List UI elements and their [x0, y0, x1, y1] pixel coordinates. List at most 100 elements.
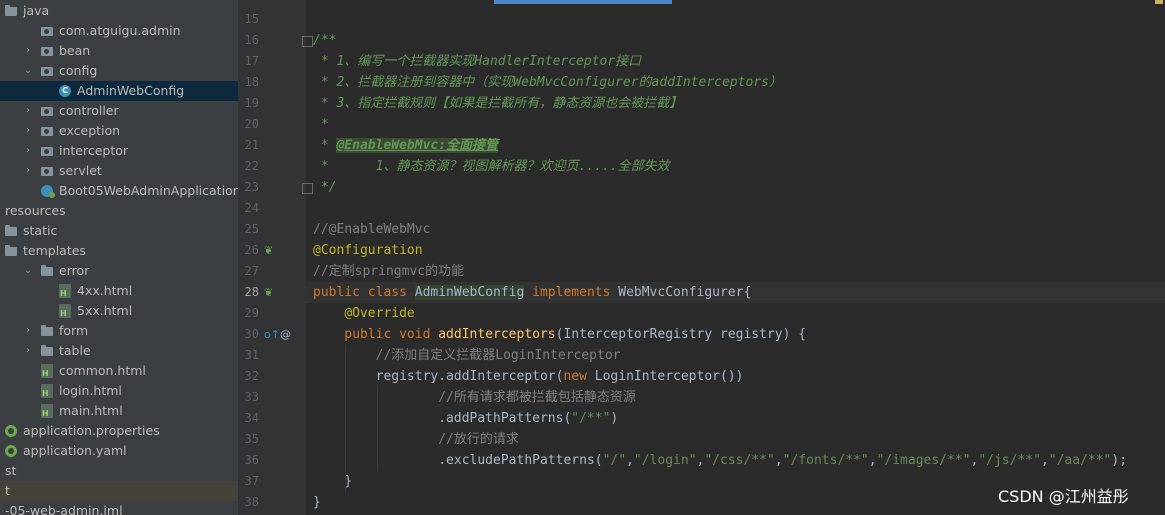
- code-line[interactable]: //放行的请求: [313, 429, 519, 450]
- code-line[interactable]: * 1、编写一个拦截器实现HandlerInterceptor接口: [313, 51, 641, 72]
- line-number: 30: [244, 327, 259, 341]
- project-tree-panel[interactable]: java com.atguigu.admin › bean ⌄ config C AdminW…: [0, 0, 238, 515]
- chevron-right-icon[interactable]: ›: [23, 321, 33, 341]
- tree-item[interactable]: common.html: [0, 361, 238, 381]
- code-line[interactable]: //所有请求都被拦截包括静态资源: [313, 387, 636, 408]
- tree-item[interactable]: com.atguigu.admin: [0, 21, 238, 41]
- code-line[interactable]: public void addInterceptors(InterceptorR…: [313, 324, 806, 345]
- tree-item[interactable]: java: [0, 1, 238, 21]
- chevron-right-icon[interactable]: ›: [23, 341, 33, 361]
- code-token: registry.addInterceptor(: [313, 369, 564, 384]
- tree-item[interactable]: 4xx.html: [0, 281, 238, 301]
- html-icon: [41, 404, 53, 418]
- spring-bean-icon[interactable]: ❦: [264, 240, 273, 261]
- code-line[interactable]: */: [313, 177, 337, 198]
- code-token: ,: [626, 453, 634, 468]
- code-token: ,: [868, 453, 877, 468]
- tree-item[interactable]: login.html: [0, 381, 238, 401]
- tree-item[interactable]: › form: [0, 321, 238, 341]
- code-line[interactable]: }: [313, 471, 352, 492]
- code-line[interactable]: .addPathPatterns("/**"): [313, 408, 618, 429]
- tree-item-label: bean: [59, 43, 91, 58]
- html-icon: [59, 284, 71, 298]
- code-token: (InterceptorRegistry registry) {: [555, 327, 807, 342]
- tree-item[interactable]: ⌄ config: [0, 61, 238, 81]
- tree-item[interactable]: Boot05WebAdminApplication: [0, 181, 238, 201]
- code-line[interactable]: * 3、指定拦截规则【如果是拦截所有，静态资源也会被拦截】: [313, 93, 683, 114]
- code-line[interactable]: /**: [313, 30, 336, 51]
- code-line[interactable]: //@EnableWebMvc: [313, 219, 430, 240]
- tree-item[interactable]: -05-web-admin.iml: [0, 501, 238, 515]
- chevron-right-icon[interactable]: ›: [23, 41, 33, 61]
- tree-item-label: servlet: [59, 163, 102, 178]
- tree-item-label: t: [5, 483, 10, 498]
- tree-item[interactable]: static: [0, 221, 238, 241]
- spring-config-icon: [5, 445, 17, 457]
- spring-bean-icon[interactable]: ❦: [264, 282, 273, 303]
- code-token: }: [313, 495, 321, 510]
- code-token: .excludePathPatterns(: [313, 453, 603, 468]
- tree-item-label: error: [59, 263, 90, 278]
- tree-item[interactable]: › interceptor: [0, 141, 238, 161]
- tree-item[interactable]: templates: [0, 241, 238, 261]
- tree-item[interactable]: › exception: [0, 121, 238, 141]
- chevron-down-icon[interactable]: ⌄: [23, 261, 33, 281]
- code-line[interactable]: public class AdminWebConfig implements W…: [313, 282, 751, 303]
- package-icon: [41, 27, 53, 36]
- line-number: 18: [244, 75, 259, 89]
- line-number: 24: [244, 201, 259, 215]
- tree-item[interactable]: application.yaml: [0, 441, 238, 461]
- tree-item[interactable]: main.html: [0, 401, 238, 421]
- code-line[interactable]: //定制springmvc的功能: [313, 261, 464, 282]
- chevron-right-icon[interactable]: ›: [23, 141, 33, 161]
- code-line[interactable]: @Override: [313, 303, 414, 324]
- tree-item[interactable]: › servlet: [0, 161, 238, 181]
- tree-item[interactable]: › controller: [0, 101, 238, 121]
- line-number: 22: [244, 159, 259, 173]
- code-line[interactable]: *: [313, 114, 329, 135]
- fold-marker-icon[interactable]: [302, 183, 313, 194]
- line-number: 23: [244, 180, 259, 194]
- tree-item-label: application.yaml: [23, 443, 127, 458]
- code-token: @EnableWebMvc:全面接管: [336, 138, 499, 153]
- tree-item[interactable]: t: [0, 481, 238, 501]
- tree-item-label: Boot05WebAdminApplication: [59, 183, 238, 198]
- tree-item-label: AdminWebConfig: [77, 83, 185, 98]
- tree-item[interactable]: application.properties: [0, 421, 238, 441]
- tree-item-label: com.atguigu.admin: [59, 23, 181, 38]
- chevron-right-icon[interactable]: ›: [23, 161, 33, 181]
- line-number: 27: [244, 264, 259, 278]
- code-line[interactable]: }: [313, 492, 321, 513]
- folder-icon: [5, 225, 17, 236]
- tree-item[interactable]: ⌄ error: [0, 261, 238, 281]
- tree-item[interactable]: resources: [0, 201, 238, 221]
- chevron-right-icon[interactable]: ›: [23, 121, 33, 141]
- tree-item[interactable]: › bean: [0, 41, 238, 61]
- tree-item-label: templates: [23, 243, 86, 258]
- code-line[interactable]: registry.addInterceptor(new LoginInterce…: [313, 366, 744, 387]
- code-line[interactable]: * 1、静态资源？视图解析器？欢迎页.....全部失效: [313, 156, 670, 177]
- code-line[interactable]: @Configuration: [313, 240, 423, 261]
- watermark: CSDN @江州益彤: [998, 487, 1129, 506]
- tree-item-label: config: [59, 63, 98, 78]
- code-line[interactable]: //添加自定义拦截器LoginInterceptor: [313, 345, 621, 366]
- chevron-right-icon[interactable]: ›: [23, 101, 33, 121]
- package-icon: [41, 47, 53, 56]
- tree-item[interactable]: C AdminWebConfig: [0, 81, 238, 101]
- fold-marker-icon[interactable]: [302, 36, 313, 47]
- tree-item[interactable]: 5xx.html: [0, 301, 238, 321]
- code-line[interactable]: .excludePathPatterns("/","/login","/css/…: [313, 450, 1127, 471]
- code-token: "/login": [633, 453, 697, 468]
- line-number: 36: [244, 453, 259, 467]
- code-token: implements: [524, 285, 619, 300]
- chevron-down-icon[interactable]: ⌄: [23, 61, 33, 81]
- annotation-at-icon[interactable]: @: [280, 324, 291, 345]
- tree-item[interactable]: st: [0, 461, 238, 481]
- code-line[interactable]: * @EnableWebMvc:全面接管: [313, 135, 499, 156]
- tree-item[interactable]: › table: [0, 341, 238, 361]
- folder-icon: [41, 325, 53, 336]
- implements-method-icon[interactable]: o↑: [264, 324, 280, 345]
- tree-item-label: resources: [5, 203, 66, 218]
- code-line[interactable]: * 2、拦截器注册到容器中（实现WebMvcConfigurer的addInte…: [313, 72, 782, 93]
